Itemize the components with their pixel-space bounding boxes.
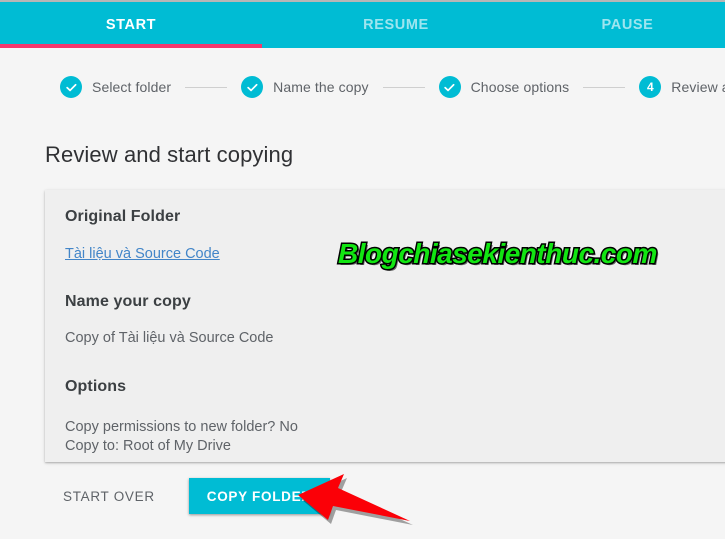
check-circle-icon bbox=[241, 76, 264, 98]
name-your-copy-heading: Name your copy bbox=[65, 293, 191, 310]
tab-start[interactable]: START bbox=[0, 2, 262, 48]
review-summary-card: Original Folder Tài liệu và Source Code … bbox=[45, 190, 725, 462]
stepper-step-choose-options[interactable]: Choose options bbox=[438, 76, 570, 98]
original-folder-heading: Original Folder bbox=[65, 208, 181, 225]
stepper-connector bbox=[382, 86, 425, 88]
step-number-label: 4 bbox=[646, 80, 654, 94]
stepper-label-choose-options: Choose options bbox=[470, 79, 570, 95]
option-copy-permissions: Copy permissions to new folder? No bbox=[65, 419, 298, 435]
stepper-step-name-the-copy[interactable]: Name the copy bbox=[241, 76, 368, 98]
watermark-text: Blogchiasekienthuc.com bbox=[337, 237, 659, 271]
stepper-step-review-and-confirm[interactable]: 4 Review and confirm bbox=[639, 76, 725, 98]
stepper-step-select-folder[interactable]: Select folder bbox=[60, 76, 171, 98]
copy-folder-button[interactable]: COPY FOLDER bbox=[188, 478, 330, 514]
active-tab-indicator bbox=[0, 44, 262, 48]
start-over-button[interactable]: START OVER bbox=[63, 489, 155, 504]
options-heading: Options bbox=[65, 378, 127, 395]
stepper-label-review-and-confirm: Review and confirm bbox=[671, 79, 725, 95]
tab-bar: START RESUME PAUSE bbox=[0, 2, 725, 48]
app-root: START RESUME PAUSE Select folder Name th… bbox=[0, 0, 725, 539]
option-copy-destination: Copy to: Root of My Drive bbox=[65, 438, 231, 454]
step-number-badge: 4 bbox=[639, 76, 662, 98]
card-actions: START OVER COPY FOLDER bbox=[63, 478, 330, 514]
progress-stepper: Select folder Name the copy Choose optio… bbox=[60, 72, 725, 102]
page-title: Review and start copying bbox=[45, 142, 294, 167]
check-circle-icon bbox=[438, 76, 461, 98]
check-circle-icon bbox=[60, 76, 82, 98]
stepper-label-select-folder: Select folder bbox=[92, 79, 172, 95]
tab-pause[interactable]: PAUSE bbox=[530, 2, 725, 48]
stepper-label-name-the-copy: Name the copy bbox=[273, 79, 369, 95]
stepper-connector bbox=[185, 86, 228, 88]
tab-resume[interactable]: RESUME bbox=[262, 2, 530, 48]
original-folder-link[interactable]: Tài liệu và Source Code bbox=[65, 246, 220, 262]
stepper-connector bbox=[583, 86, 626, 88]
name-your-copy-value: Copy of Tài liệu và Source Code bbox=[65, 330, 274, 346]
